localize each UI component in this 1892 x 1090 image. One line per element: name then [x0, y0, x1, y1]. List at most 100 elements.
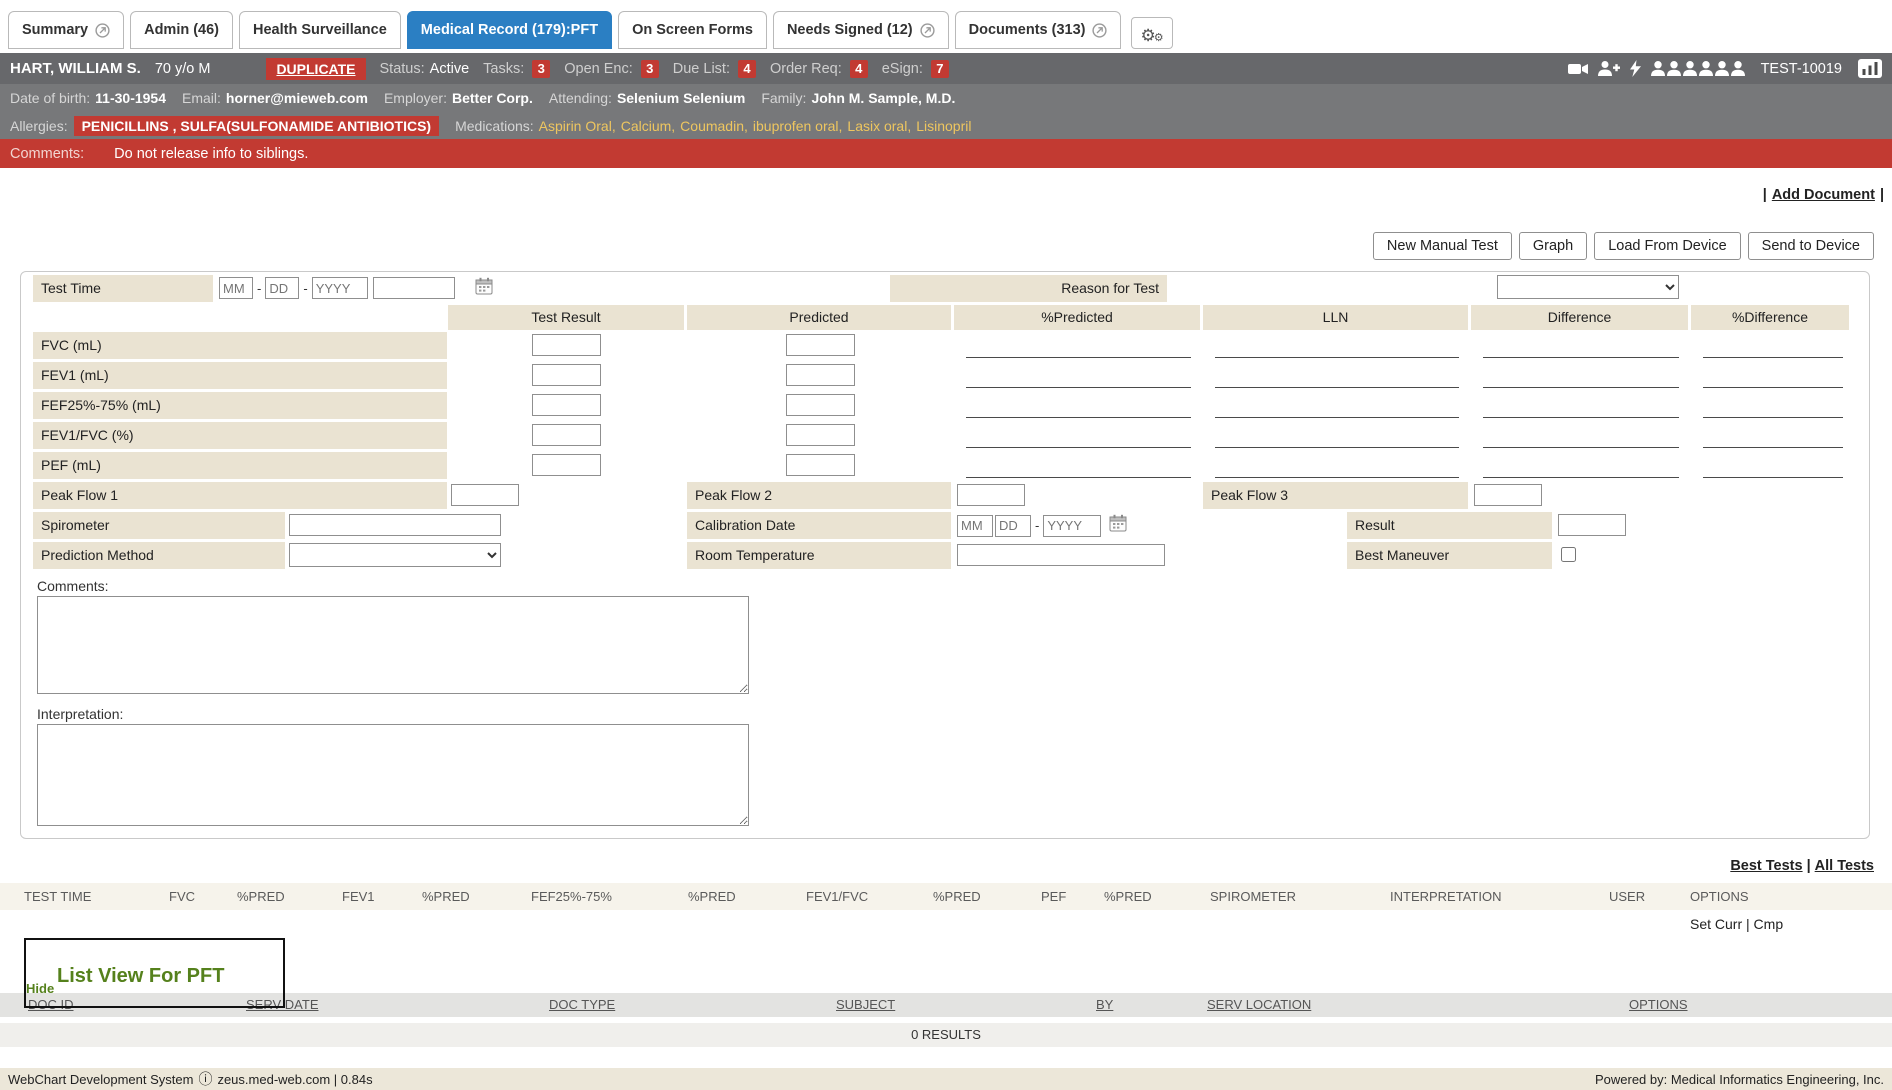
pef-lln-line [1215, 477, 1459, 478]
pipe: | [1880, 187, 1884, 203]
calendar-icon[interactable] [475, 277, 494, 300]
col-percent-difference: %Difference [1691, 305, 1849, 330]
results-row-actions: Set Curr | Cmp [0, 914, 1892, 938]
employer-value: Better Corp. [452, 90, 533, 106]
fev1-fvc-lln-line [1215, 447, 1459, 448]
calibration-dd-input[interactable] [995, 515, 1031, 537]
graph-button[interactable]: Graph [1519, 232, 1587, 260]
fev1-test-result-input[interactable] [532, 364, 601, 386]
room-temperature-input[interactable] [957, 544, 1165, 566]
medication-link[interactable]: Coumadin [680, 118, 744, 134]
results-col-options: OPTIONS [1690, 883, 1749, 910]
cmp-link[interactable]: Cmp [1754, 916, 1784, 932]
medication-link[interactable]: Calcium [621, 118, 672, 134]
set-curr-link[interactable]: Set Curr [1690, 916, 1742, 932]
popout-icon[interactable] [95, 23, 110, 38]
best-tests-link[interactable]: Best Tests [1730, 858, 1802, 874]
calendar-icon[interactable] [1109, 514, 1128, 537]
test-time-yyyy-input[interactable] [312, 277, 368, 299]
fvc-test-result-input[interactable] [532, 334, 601, 356]
send-to-device-button[interactable]: Send to Device [1748, 232, 1874, 260]
popout-icon[interactable] [1092, 23, 1107, 38]
test-time-dd-input[interactable] [265, 277, 299, 299]
medication-link[interactable]: Lisinopril [916, 118, 971, 134]
load-from-device-button[interactable]: Load From Device [1594, 232, 1740, 260]
patient-group-icons[interactable] [1651, 61, 1745, 76]
fev1-fvc-predicted-input[interactable] [786, 424, 855, 446]
tab-health-surveillance[interactable]: Health Surveillance [239, 11, 401, 49]
test-time-time-input[interactable] [373, 277, 455, 299]
tab-admin[interactable]: Admin (46) [130, 11, 233, 49]
doc-col-doc-type[interactable]: DOC TYPE [549, 993, 615, 1017]
fef-predicted-input[interactable] [786, 394, 855, 416]
lightning-icon[interactable] [1630, 60, 1641, 77]
result-input[interactable] [1558, 514, 1626, 536]
add-document-link[interactable]: Add Document [1772, 187, 1875, 203]
prediction-method-select[interactable] [289, 543, 501, 567]
results-col-interpretation: INTERPRETATION [1390, 883, 1501, 910]
doc-col-serv-date[interactable]: SERV DATE [246, 993, 318, 1017]
open-enc-count-badge[interactable]: 3 [641, 60, 659, 78]
doc-col-doc-id[interactable]: DOC ID [28, 993, 74, 1017]
info-icon[interactable]: ⓘ [198, 1069, 212, 1089]
fef-test-result-input[interactable] [532, 394, 601, 416]
doc-col-by[interactable]: BY [1096, 993, 1113, 1017]
add-person-icon[interactable] [1598, 61, 1620, 76]
fev1-percent-difference-line [1703, 387, 1843, 388]
chart-icon[interactable] [1858, 59, 1882, 78]
allergy-chip[interactable]: PENICILLINS , SULFA(SULFONAMIDE ANTIBIOT… [74, 116, 439, 136]
doc-col-serv-location[interactable]: SERV LOCATION [1207, 993, 1311, 1017]
tab-medical-record-label: Medical Record (179):PFT [421, 22, 598, 38]
date-separator: - [301, 281, 309, 296]
pef-test-result-input[interactable] [532, 454, 601, 476]
pipe: | [1763, 187, 1767, 203]
doc-col-subject[interactable]: SUBJECT [836, 993, 895, 1017]
demographics-bar: Date of birth: 11-30-1954 Email: horner@… [0, 84, 1892, 112]
tab-on-screen-forms[interactable]: On Screen Forms [618, 11, 767, 49]
peak-flow-2-input[interactable] [957, 484, 1025, 506]
best-maneuver-label: Best Maneuver [1347, 542, 1552, 569]
order-req-count-badge[interactable]: 4 [850, 60, 868, 78]
email-value[interactable]: horner@mieweb.com [226, 90, 368, 106]
tab-medical-record[interactable]: Medical Record (179):PFT [407, 11, 612, 49]
email-label: Email: [182, 90, 221, 106]
best-maneuver-checkbox[interactable] [1561, 547, 1576, 562]
pef-predicted-input[interactable] [786, 454, 855, 476]
fev1-fvc-test-result-input[interactable] [532, 424, 601, 446]
medication-link[interactable]: Aspirin Oral [539, 118, 612, 134]
fvc-predicted-input[interactable] [786, 334, 855, 356]
peak-flow-1-input[interactable] [451, 484, 519, 506]
employer-label: Employer: [384, 90, 447, 106]
all-tests-link[interactable]: All Tests [1815, 858, 1874, 874]
fev1-percent-predicted-line [966, 387, 1191, 388]
pipe: | [1807, 858, 1811, 874]
results-col-test-time: TEST TIME [24, 883, 91, 910]
popout-icon[interactable] [920, 23, 935, 38]
doc-col-options[interactable]: OPTIONS [1629, 993, 1688, 1017]
calibration-yyyy-input[interactable] [1043, 515, 1101, 537]
tasks-count-badge[interactable]: 3 [532, 60, 550, 78]
pef-percent-predicted-line [966, 477, 1191, 478]
tab-needs-signed[interactable]: Needs Signed (12) [773, 11, 949, 49]
fev1-predicted-input[interactable] [786, 364, 855, 386]
results-col-fvc: FVC [169, 883, 195, 910]
interpretation-textarea[interactable] [37, 724, 749, 826]
settings-button[interactable]: ⚙ ⚙ [1131, 17, 1172, 49]
footer-powered-by: Powered by: Medical Informatics Engineer… [1595, 1072, 1884, 1087]
peak-flow-3-input[interactable] [1474, 484, 1542, 506]
duplicate-flag[interactable]: DUPLICATE [266, 58, 365, 80]
esign-count-badge[interactable]: 7 [931, 60, 949, 78]
medication-link[interactable]: ibuprofen oral [753, 118, 839, 134]
col-test-result: Test Result [448, 305, 684, 330]
tab-summary[interactable]: Summary [8, 11, 124, 49]
form-comments-textarea[interactable] [37, 596, 749, 694]
new-manual-test-button[interactable]: New Manual Test [1373, 232, 1512, 260]
test-time-mm-input[interactable] [219, 277, 253, 299]
video-camera-icon[interactable] [1568, 62, 1588, 76]
calibration-mm-input[interactable] [957, 515, 993, 537]
spirometer-input[interactable] [289, 514, 501, 536]
medication-link[interactable]: Lasix oral [847, 118, 907, 134]
reason-for-test-select[interactable] [1497, 275, 1679, 299]
tab-documents[interactable]: Documents (313) [955, 11, 1122, 49]
due-list-count-badge[interactable]: 4 [738, 60, 756, 78]
